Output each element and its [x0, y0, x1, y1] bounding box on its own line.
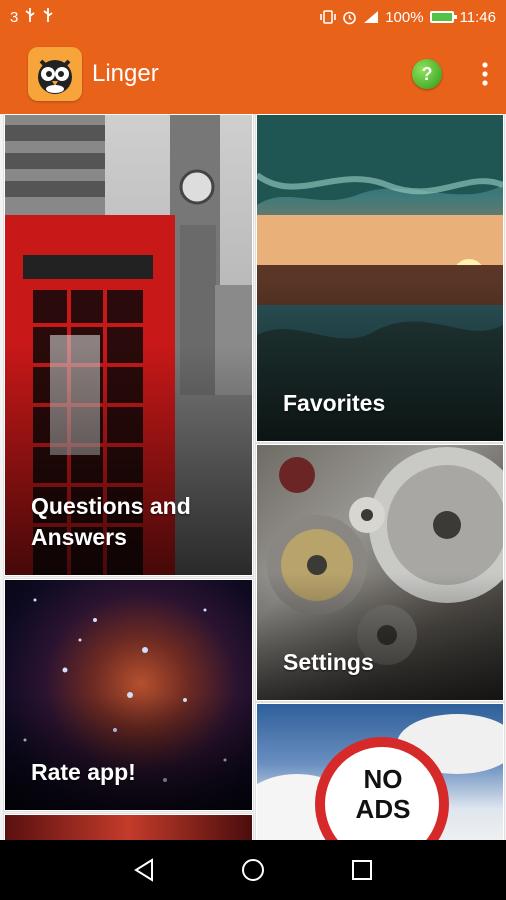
menu-grid: Questions and Answers Favorites Settings…	[0, 114, 506, 840]
tile-no-ads[interactable]: NO ADS	[256, 703, 504, 840]
usb-icon	[24, 8, 36, 26]
clock: 11:46	[459, 8, 496, 26]
status-bar: 3 100% 11:46	[0, 0, 506, 34]
vibrate-icon	[320, 10, 336, 24]
help-icon[interactable]: ?	[412, 59, 442, 89]
tile-label-settings: Settings	[283, 649, 374, 675]
battery-percent: 100%	[385, 8, 424, 26]
notification-count: 3	[10, 8, 19, 26]
owl-icon	[38, 59, 72, 94]
tile-rate-app[interactable]: Rate app!	[4, 579, 253, 811]
status-left: 3	[10, 8, 54, 26]
tile-label-rate-app: Rate app!	[31, 759, 136, 785]
tile-favorites[interactable]: Favorites	[256, 114, 504, 442]
tile-questions-answers[interactable]: Questions and Answers	[4, 114, 253, 576]
tile-settings[interactable]: Settings	[256, 444, 504, 701]
more-vert-icon[interactable]	[476, 62, 494, 86]
app-bar: Linger ?	[0, 34, 506, 114]
tile-label-questions-answers: Questions and Answers	[31, 493, 191, 550]
back-icon[interactable]	[129, 855, 159, 885]
tile-label-favorites: Favorites	[283, 390, 386, 416]
nav-bar	[0, 840, 506, 900]
no-ads-sign-text: NO ADS	[355, 764, 411, 824]
alarm-icon	[342, 10, 357, 25]
usb-icon	[42, 8, 54, 26]
app-logo	[28, 47, 82, 101]
tile-shade	[5, 695, 252, 810]
tile-partial[interactable]	[4, 814, 253, 840]
status-right: 100% 11:46	[320, 9, 496, 26]
tile-shade	[257, 572, 503, 700]
battery-icon	[429, 11, 457, 23]
recents-icon[interactable]	[347, 855, 377, 885]
signal-icon	[363, 10, 379, 24]
home-icon[interactable]	[238, 855, 268, 885]
app-title: Linger	[92, 60, 159, 87]
